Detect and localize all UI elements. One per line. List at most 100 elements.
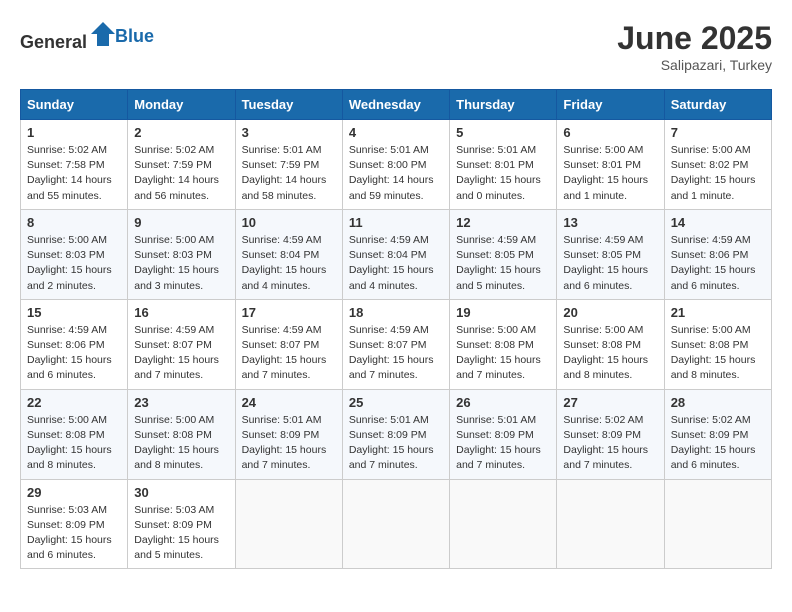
day-info: Sunrise: 5:02 AM Sunset: 7:58 PM Dayligh… [27, 143, 121, 204]
day-info: Sunrise: 4:59 AM Sunset: 8:06 PM Dayligh… [27, 323, 121, 384]
calendar-day-cell: 2Sunrise: 5:02 AM Sunset: 7:59 PM Daylig… [128, 120, 235, 210]
calendar-day-cell: 26Sunrise: 5:01 AM Sunset: 8:09 PM Dayli… [450, 389, 557, 479]
day-info: Sunrise: 5:00 AM Sunset: 8:03 PM Dayligh… [27, 233, 121, 294]
day-info: Sunrise: 5:01 AM Sunset: 8:09 PM Dayligh… [349, 413, 443, 474]
calendar-empty-cell [557, 479, 664, 569]
logo-blue: Blue [115, 26, 154, 47]
day-number: 16 [134, 305, 228, 320]
day-number: 4 [349, 125, 443, 140]
weekday-header-thursday: Thursday [450, 90, 557, 120]
day-number: 24 [242, 395, 336, 410]
logo-icon [89, 20, 117, 48]
calendar-day-cell: 14 Sunrise: 4:59 AM Sunset: 8:06 PM Dayli… [664, 209, 771, 299]
day-number: 27 [563, 395, 657, 410]
logo-general: General [20, 32, 87, 52]
page-header: General Blue June 2025 Salipazari, Turke… [20, 20, 772, 73]
day-info: Sunrise: 5:00 AM Sunset: 8:08 PM Dayligh… [671, 323, 765, 384]
day-info: Sunrise: 5:00 AM Sunset: 8:01 PM Dayligh… [563, 143, 657, 204]
day-number: 25 [349, 395, 443, 410]
calendar-day-cell: 23 Sunrise: 5:00 AM Sunset: 8:08 PM Dayli… [128, 389, 235, 479]
day-number: 5 [456, 125, 550, 140]
day-info: Sunrise: 5:00 AM Sunset: 8:08 PM Dayligh… [27, 413, 121, 474]
calendar-empty-cell [664, 479, 771, 569]
day-number: 11 [349, 215, 443, 230]
day-number: 8 [27, 215, 121, 230]
day-number: 29 [27, 485, 121, 500]
calendar-week-row: 29 Sunrise: 5:03 AM Sunset: 8:09 PM Dayli… [21, 479, 772, 569]
day-info: Sunrise: 5:03 AM Sunset: 8:09 PM Dayligh… [134, 503, 228, 564]
day-number: 3 [242, 125, 336, 140]
day-info: Sunrise: 5:01 AM Sunset: 8:01 PM Dayligh… [456, 143, 550, 204]
day-number: 10 [242, 215, 336, 230]
calendar-day-cell: 9 Sunrise: 5:00 AM Sunset: 8:03 PM Daylig… [128, 209, 235, 299]
day-number: 26 [456, 395, 550, 410]
calendar-day-cell: 4 Sunrise: 5:01 AM Sunset: 8:00 PM Daylig… [342, 120, 449, 210]
day-info: Sunrise: 5:01 AM Sunset: 7:59 PM Dayligh… [242, 143, 336, 204]
calendar-day-cell: 13 Sunrise: 4:59 AM Sunset: 8:05 PM Dayli… [557, 209, 664, 299]
calendar-day-cell: 16 Sunrise: 4:59 AM Sunset: 8:07 PM Dayli… [128, 299, 235, 389]
calendar-day-cell: 29 Sunrise: 5:03 AM Sunset: 8:09 PM Dayli… [21, 479, 128, 569]
calendar-day-cell: 17 Sunrise: 4:59 AM Sunset: 8:07 PM Dayli… [235, 299, 342, 389]
calendar-day-cell: 28Sunrise: 5:02 AM Sunset: 8:09 PM Dayli… [664, 389, 771, 479]
day-number: 20 [563, 305, 657, 320]
day-info: Sunrise: 4:59 AM Sunset: 8:07 PM Dayligh… [242, 323, 336, 384]
day-info: Sunrise: 4:59 AM Sunset: 8:07 PM Dayligh… [349, 323, 443, 384]
day-number: 9 [134, 215, 228, 230]
day-number: 7 [671, 125, 765, 140]
calendar-day-cell: 5 Sunrise: 5:01 AM Sunset: 8:01 PM Daylig… [450, 120, 557, 210]
day-number: 15 [27, 305, 121, 320]
calendar-day-cell: 6 Sunrise: 5:00 AM Sunset: 8:01 PM Daylig… [557, 120, 664, 210]
calendar-day-cell: 22 Sunrise: 5:00 AM Sunset: 8:08 PM Dayli… [21, 389, 128, 479]
day-number: 21 [671, 305, 765, 320]
day-info: Sunrise: 4:59 AM Sunset: 8:05 PM Dayligh… [456, 233, 550, 294]
calendar-empty-cell [450, 479, 557, 569]
day-number: 23 [134, 395, 228, 410]
day-info: Sunrise: 5:02 AM Sunset: 8:09 PM Dayligh… [671, 413, 765, 474]
calendar-day-cell: 20Sunrise: 5:00 AM Sunset: 8:08 PM Dayli… [557, 299, 664, 389]
day-info: Sunrise: 5:03 AM Sunset: 8:09 PM Dayligh… [27, 503, 121, 564]
day-info: Sunrise: 4:59 AM Sunset: 8:05 PM Dayligh… [563, 233, 657, 294]
calendar-week-row: 15 Sunrise: 4:59 AM Sunset: 8:06 PM Dayli… [21, 299, 772, 389]
calendar-empty-cell [342, 479, 449, 569]
day-number: 13 [563, 215, 657, 230]
day-info: Sunrise: 5:00 AM Sunset: 8:08 PM Dayligh… [456, 323, 550, 384]
day-number: 19 [456, 305, 550, 320]
day-number: 17 [242, 305, 336, 320]
calendar-day-cell: 1Sunrise: 5:02 AM Sunset: 7:58 PM Daylig… [21, 120, 128, 210]
calendar-day-cell: 27 Sunrise: 5:02 AM Sunset: 8:09 PM Dayli… [557, 389, 664, 479]
weekday-header-monday: Monday [128, 90, 235, 120]
calendar-week-row: 22 Sunrise: 5:00 AM Sunset: 8:08 PM Dayli… [21, 389, 772, 479]
month-title: June 2025 [617, 20, 772, 57]
calendar-day-cell: 19 Sunrise: 5:00 AM Sunset: 8:08 PM Dayli… [450, 299, 557, 389]
day-info: Sunrise: 5:02 AM Sunset: 7:59 PM Dayligh… [134, 143, 228, 204]
day-info: Sunrise: 5:00 AM Sunset: 8:03 PM Dayligh… [134, 233, 228, 294]
day-info: Sunrise: 4:59 AM Sunset: 8:07 PM Dayligh… [134, 323, 228, 384]
calendar-day-cell: 25 Sunrise: 5:01 AM Sunset: 8:09 PM Dayli… [342, 389, 449, 479]
location-subtitle: Salipazari, Turkey [617, 57, 772, 73]
calendar-day-cell: 10Sunrise: 4:59 AM Sunset: 8:04 PM Dayli… [235, 209, 342, 299]
calendar-day-cell: 15 Sunrise: 4:59 AM Sunset: 8:06 PM Dayli… [21, 299, 128, 389]
weekday-header-friday: Friday [557, 90, 664, 120]
calendar-day-cell: 11Sunrise: 4:59 AM Sunset: 8:04 PM Dayli… [342, 209, 449, 299]
logo: General Blue [20, 20, 154, 53]
day-info: Sunrise: 4:59 AM Sunset: 8:06 PM Dayligh… [671, 233, 765, 294]
day-info: Sunrise: 5:02 AM Sunset: 8:09 PM Dayligh… [563, 413, 657, 474]
day-number: 14 [671, 215, 765, 230]
calendar-day-cell: 8 Sunrise: 5:00 AM Sunset: 8:03 PM Daylig… [21, 209, 128, 299]
day-number: 18 [349, 305, 443, 320]
calendar-day-cell: 3 Sunrise: 5:01 AM Sunset: 7:59 PM Daylig… [235, 120, 342, 210]
calendar-week-row: 8 Sunrise: 5:00 AM Sunset: 8:03 PM Daylig… [21, 209, 772, 299]
day-info: Sunrise: 5:00 AM Sunset: 8:02 PM Dayligh… [671, 143, 765, 204]
day-number: 6 [563, 125, 657, 140]
day-number: 22 [27, 395, 121, 410]
day-info: Sunrise: 5:01 AM Sunset: 8:00 PM Dayligh… [349, 143, 443, 204]
weekday-header-saturday: Saturday [664, 90, 771, 120]
day-number: 30 [134, 485, 228, 500]
calendar-day-cell: 7 Sunrise: 5:00 AM Sunset: 8:02 PM Daylig… [664, 120, 771, 210]
weekday-header-wednesday: Wednesday [342, 90, 449, 120]
day-info: Sunrise: 5:00 AM Sunset: 8:08 PM Dayligh… [134, 413, 228, 474]
calendar-empty-cell [235, 479, 342, 569]
calendar-day-cell: 24Sunrise: 5:01 AM Sunset: 8:09 PM Dayli… [235, 389, 342, 479]
calendar-day-cell: 12Sunrise: 4:59 AM Sunset: 8:05 PM Dayli… [450, 209, 557, 299]
calendar-table: SundayMondayTuesdayWednesdayThursdayFrid… [20, 89, 772, 569]
